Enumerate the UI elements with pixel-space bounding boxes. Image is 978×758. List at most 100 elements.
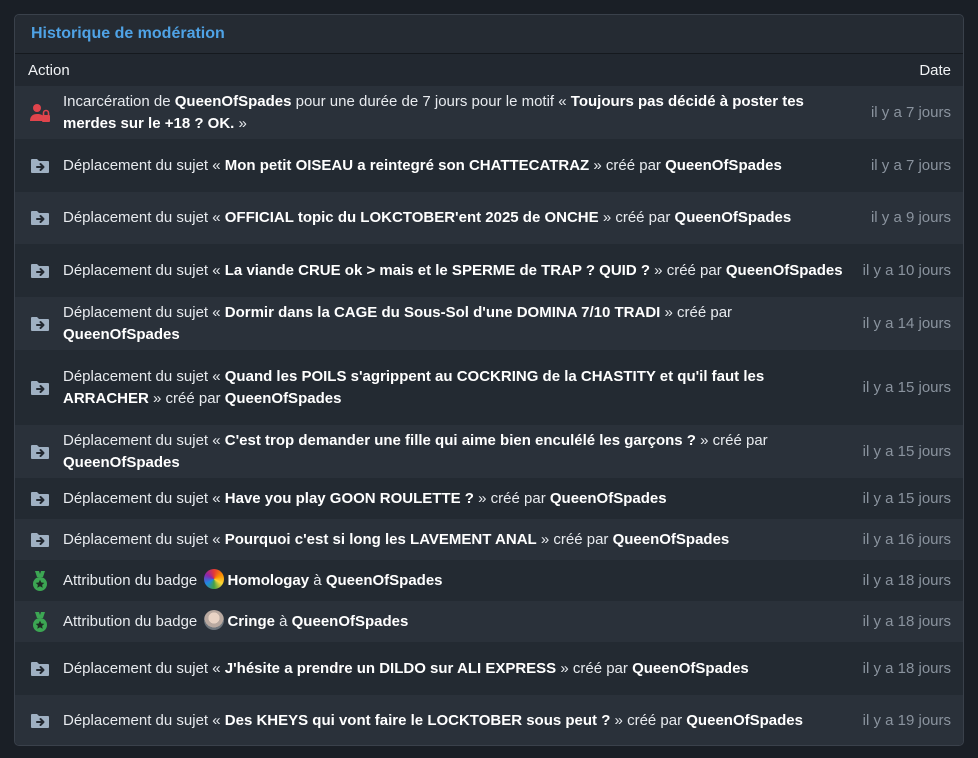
- action-middle: » créé par: [536, 530, 613, 548]
- badge-medal-icon: [29, 570, 51, 592]
- action-prefix: Déplacement du sujet «: [63, 156, 225, 174]
- topic-title-link[interactable]: Have you play GOON ROULETTE ?: [225, 490, 474, 507]
- action-middle: » créé par: [556, 659, 633, 677]
- action-prefix: Attribution du badge: [63, 572, 202, 589]
- action-prefix: Déplacement du sujet «: [63, 489, 225, 507]
- username-link[interactable]: QueenOfSpades: [292, 613, 409, 630]
- topic-title-link[interactable]: Des KHEYS qui vont faire le LOCKTOBER so…: [225, 712, 611, 729]
- folder-move-icon: [29, 313, 51, 335]
- username-link[interactable]: QueenOfSpades: [675, 209, 792, 226]
- action-text: Attribution du badge Homologay à QueenOf…: [63, 569, 851, 592]
- folder-move-icon: [29, 207, 51, 229]
- folder-move-icon: [29, 260, 51, 282]
- folder-move-icon: [29, 155, 51, 177]
- prison-user-icon: [29, 102, 51, 124]
- topic-title-link[interactable]: OFFICIAL topic du LOKCTOBER'ent 2025 de …: [225, 209, 599, 226]
- action-middle: à: [309, 572, 326, 589]
- panel-title: Historique de modération: [31, 25, 225, 42]
- topic-title-link[interactable]: Mon petit OISEAU a reintegré son CHATTEC…: [225, 157, 589, 174]
- username-link[interactable]: QueenOfSpades: [686, 712, 803, 729]
- action-prefix: Déplacement du sujet «: [63, 261, 225, 279]
- action-text: Déplacement du sujet « Pourquoi c'est si…: [63, 529, 851, 551]
- username-link[interactable]: QueenOfSpades: [632, 660, 749, 677]
- column-header-date: Date: [919, 61, 951, 79]
- relative-date: il y a 18 jours: [862, 612, 951, 630]
- relative-date: il y a 14 jours: [862, 314, 951, 332]
- topic-title-link[interactable]: C'est trop demander une fille qui aime b…: [225, 432, 696, 449]
- action-prefix: Incarcération de: [63, 92, 175, 110]
- relative-date: il y a 18 jours: [862, 659, 951, 677]
- action-text: Incarcération de QueenOfSpades pour une …: [63, 91, 859, 135]
- action-text: Déplacement du sujet « Quand les POILS s…: [63, 366, 851, 410]
- action-middle: à: [274, 613, 292, 630]
- relative-date: il y a 15 jours: [862, 378, 951, 396]
- folder-move-icon: [29, 441, 51, 463]
- action-middle: » créé par: [148, 389, 225, 407]
- action-text: Déplacement du sujet « Dormir dans la CA…: [63, 302, 851, 346]
- username-link[interactable]: QueenOfSpades: [326, 572, 443, 589]
- topic-title-link[interactable]: Dormir dans la CAGE du Sous-Sol d'une DO…: [225, 304, 661, 321]
- relative-date: il y a 19 jours: [862, 712, 951, 729]
- action-middle: » créé par: [598, 209, 675, 226]
- column-header-action: Action: [28, 61, 70, 79]
- action-middle: pour une durée de 7 jours pour le motif …: [291, 92, 571, 110]
- action-prefix: Déplacement du sujet «: [63, 712, 225, 729]
- action-prefix: Déplacement du sujet «: [63, 431, 225, 449]
- action-middle: » créé par: [695, 431, 768, 449]
- folder-move-icon: [29, 377, 51, 399]
- username-link[interactable]: QueenOfSpades: [175, 93, 292, 110]
- action-middle: » créé par: [650, 261, 726, 279]
- action-middle: » créé par: [589, 156, 666, 174]
- action-text: Déplacement du sujet « La viande CRUE ok…: [63, 260, 851, 282]
- action-prefix: Déplacement du sujet «: [63, 303, 225, 321]
- action-middle: » créé par: [660, 303, 733, 321]
- badge-medal-icon: [29, 611, 51, 633]
- badge-name[interactable]: Homologay: [227, 572, 309, 589]
- relative-date: il y a 18 jours: [862, 571, 951, 589]
- relative-date: il y a 15 jours: [862, 489, 951, 507]
- badge-name[interactable]: Cringe: [227, 613, 275, 630]
- username-link[interactable]: QueenOfSpades: [550, 490, 667, 507]
- action-text: Attribution du badge Cringe à QueenOfSpa…: [63, 610, 851, 633]
- moderation-history-panel: Historique de modération Action Date Inc…: [14, 14, 964, 746]
- rainbow-badge-icon: [204, 569, 225, 589]
- action-prefix: Déplacement du sujet «: [63, 209, 225, 226]
- action-text: Déplacement du sujet « Mon petit OISEAU …: [63, 155, 859, 177]
- table-header: Action Date: [15, 54, 963, 86]
- history-row: Attribution du badge Homologay à QueenOf…: [15, 560, 963, 601]
- relative-date: il y a 7 jours: [870, 103, 951, 121]
- cringe-face-badge-icon: [204, 610, 225, 630]
- username-link[interactable]: QueenOfSpades: [665, 157, 782, 174]
- folder-move-icon: [29, 710, 51, 732]
- history-row: Incarcération de QueenOfSpades pour une …: [15, 86, 963, 139]
- history-list: Incarcération de QueenOfSpades pour une …: [15, 86, 963, 745]
- history-row: Déplacement du sujet « Mon petit OISEAU …: [15, 139, 963, 192]
- username-link[interactable]: QueenOfSpades: [225, 390, 342, 407]
- history-row: Déplacement du sujet « Dormir dans la CA…: [15, 297, 963, 350]
- action-text: Déplacement du sujet « Have you play GOO…: [63, 488, 851, 510]
- topic-title-link[interactable]: La viande CRUE ok > mais et le SPERME de…: [225, 262, 650, 279]
- history-row: Déplacement du sujet « La viande CRUE ok…: [15, 244, 963, 297]
- username-link[interactable]: QueenOfSpades: [613, 531, 730, 548]
- relative-date: il y a 7 jours: [870, 156, 951, 174]
- action-text: Déplacement du sujet « OFFICIAL topic du…: [63, 207, 859, 229]
- action-prefix: Attribution du badge: [63, 613, 202, 630]
- username-link[interactable]: QueenOfSpades: [726, 262, 843, 279]
- username-link[interactable]: QueenOfSpades: [63, 326, 180, 343]
- action-suffix: »: [234, 114, 247, 132]
- history-row: Déplacement du sujet « OFFICIAL topic du…: [15, 192, 963, 244]
- history-row: Déplacement du sujet « Have you play GOO…: [15, 478, 963, 519]
- action-prefix: Déplacement du sujet «: [63, 530, 225, 548]
- history-row: Déplacement du sujet « Quand les POILS s…: [15, 350, 963, 425]
- panel-header: Historique de modération: [15, 15, 963, 54]
- history-row: Déplacement du sujet « C'est trop demand…: [15, 425, 963, 478]
- topic-title-link[interactable]: Pourquoi c'est si long les LAVEMENT ANAL: [225, 531, 537, 548]
- relative-date: il y a 9 jours: [870, 209, 951, 226]
- relative-date: il y a 16 jours: [862, 530, 951, 548]
- action-prefix: Déplacement du sujet «: [63, 367, 225, 385]
- username-link[interactable]: QueenOfSpades: [63, 454, 180, 471]
- folder-move-icon: [29, 529, 51, 551]
- topic-title-link[interactable]: J'hésite a prendre un DILDO sur ALI EXPR…: [225, 660, 556, 677]
- action-middle: » créé par: [473, 489, 550, 507]
- relative-date: il y a 10 jours: [862, 261, 951, 279]
